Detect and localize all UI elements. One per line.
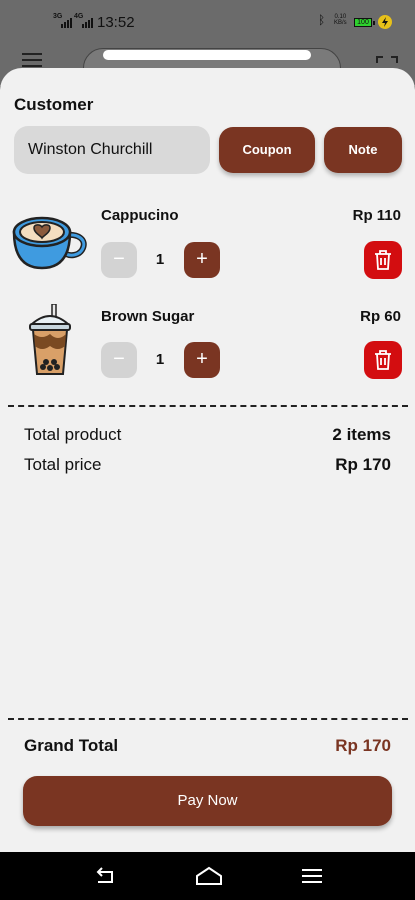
home-icon[interactable] <box>195 866 223 886</box>
back-icon[interactable] <box>92 866 116 886</box>
status-bar: 3G 4G 13:52 ᛒ 0.10 KB/s 100 <box>0 0 415 36</box>
trash-icon <box>375 250 391 270</box>
clock: 13:52 <box>97 14 135 31</box>
divider <box>8 405 408 407</box>
network-speed-unit: KB/s <box>334 20 347 26</box>
bluetooth-icon: ᛒ <box>318 13 326 27</box>
recents-icon[interactable] <box>301 866 323 886</box>
product-name: Cappucino <box>101 207 179 224</box>
delete-item-button[interactable] <box>364 341 402 379</box>
delete-item-button[interactable] <box>364 241 402 279</box>
total-product-label: Total product <box>24 425 122 444</box>
increase-quantity-button[interactable]: + <box>184 242 220 278</box>
network-speed: 0.10 KB/s <box>334 14 347 26</box>
total-price-value: Rp 170 <box>335 455 391 474</box>
divider <box>8 718 408 720</box>
battery-icon: 100 <box>354 18 375 27</box>
product-price: Rp 60 <box>360 308 401 325</box>
charging-icon <box>378 15 392 29</box>
customer-title: Customer <box>14 95 94 114</box>
decrease-quantity-button[interactable]: − <box>101 242 137 278</box>
signal-icon <box>61 14 72 28</box>
quantity-value: 1 <box>155 351 165 368</box>
sheet-grabber[interactable] <box>103 50 311 60</box>
total-price-label: Total price <box>24 455 102 474</box>
quantity-value: 1 <box>155 251 165 268</box>
grand-total-label: Grand Total <box>24 736 119 755</box>
customer-name-field[interactable]: Winston Churchill <box>14 126 210 174</box>
decrease-quantity-button[interactable]: − <box>101 342 137 378</box>
increase-quantity-button[interactable]: + <box>184 342 220 378</box>
boba-drink-icon <box>28 303 72 383</box>
grand-total-value: Rp 170 <box>335 736 391 755</box>
product-name: Brown Sugar <box>101 308 195 325</box>
product-price: Rp 110 <box>352 207 401 224</box>
system-nav-bar <box>0 852 415 900</box>
hamburger-menu-icon[interactable] <box>22 53 42 67</box>
total-product-value: 2 items <box>332 425 391 444</box>
coupon-button[interactable]: Coupon <box>219 127 315 173</box>
signal-icon <box>82 14 93 28</box>
pay-now-button[interactable]: Pay Now <box>23 776 392 826</box>
note-button[interactable]: Note <box>324 127 402 173</box>
trash-icon <box>375 350 391 370</box>
coffee-cup-icon <box>12 210 88 275</box>
